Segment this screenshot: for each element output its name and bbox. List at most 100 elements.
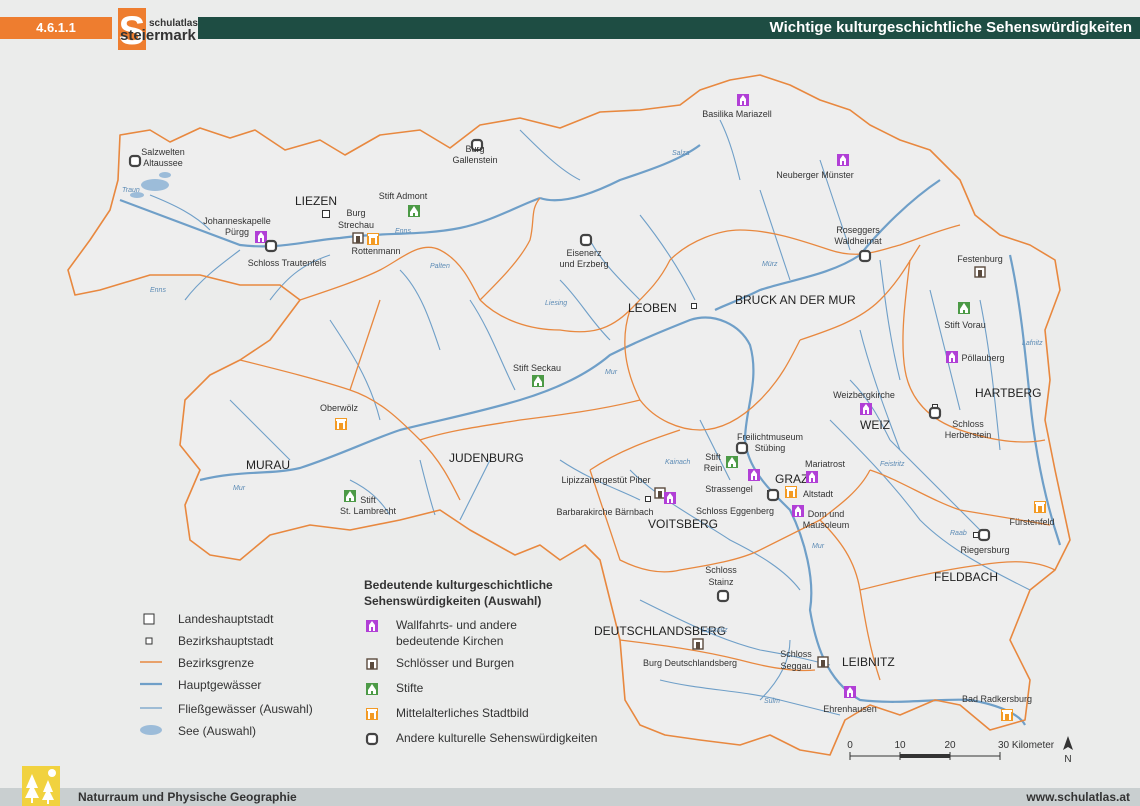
city-marker — [691, 303, 697, 309]
scale-tick: 20 — [944, 740, 956, 751]
legend-label: bedeutende Kirchen — [396, 634, 504, 648]
sight-label: Gallenstein — [452, 155, 497, 165]
sight-label: Roseggers — [836, 225, 880, 235]
north-arrow-icon — [1063, 736, 1073, 750]
title-bar: Wichtige kulturgeschichtliche Sehenswürd… — [198, 17, 1140, 39]
townscape-sight-icon[interactable] — [785, 486, 797, 498]
legend-label: Schlösser und Burgen — [396, 656, 515, 670]
legend-label: Hauptgewässer — [178, 678, 262, 692]
townscape-icon — [366, 708, 378, 720]
legend-label: Bezirkshauptstadt — [178, 634, 274, 648]
abbey-icon — [366, 683, 378, 695]
abbey-sight-icon[interactable] — [532, 375, 544, 387]
north-label: N — [1064, 754, 1071, 765]
other-sight-icon — [365, 732, 379, 746]
sight-label: Johanneskapelle — [203, 216, 271, 226]
other-sight-icon[interactable] — [735, 441, 749, 455]
other-sight-icon[interactable] — [579, 233, 593, 247]
church-sight-icon[interactable] — [844, 686, 856, 698]
other-sight-icon[interactable] — [928, 406, 942, 420]
other-sight-icon[interactable] — [858, 249, 872, 263]
footer-url[interactable]: www.schulatlas.at — [1026, 788, 1130, 806]
sight-label: Stainz — [708, 577, 734, 587]
church-sight-icon[interactable] — [860, 403, 872, 415]
castle-sight-icon[interactable] — [654, 487, 666, 499]
sight-label: Riegersburg — [960, 545, 1009, 555]
lake — [141, 179, 169, 191]
other-sight-icon[interactable] — [716, 589, 730, 603]
sight-label: Fürstenfeld — [1009, 517, 1054, 527]
river-label: Raab — [950, 530, 967, 537]
abbey-sight-icon[interactable] — [344, 490, 356, 502]
abbey-sight-icon[interactable] — [726, 456, 738, 468]
abbey-sight-icon[interactable] — [958, 302, 970, 314]
state-capital-symbol — [143, 613, 155, 625]
sight-label: und Erzberg — [559, 259, 608, 269]
sight-label: Festenburg — [957, 254, 1003, 264]
legend-label: Andere kulturelle Sehenswürdigkeiten — [396, 731, 598, 745]
river-label: Mur — [605, 369, 618, 376]
legend-sights: Bedeutende kulturgeschichtliche Sehenswü… — [362, 578, 622, 748]
sight-label: Mausoleum — [803, 520, 850, 530]
legend-label: See (Auswahl) — [178, 724, 257, 738]
church-sight-icon[interactable] — [664, 492, 676, 504]
sight-label: Rottenmann — [351, 246, 400, 256]
castle-icon — [366, 658, 378, 670]
townscape-sight-icon[interactable] — [1001, 709, 1013, 721]
footer: Naturraum und Physische Geographie www.s… — [0, 766, 1140, 806]
river-label: Sulm — [764, 698, 780, 705]
townscape-sight-icon[interactable] — [367, 233, 379, 245]
river-label: Kainach — [665, 459, 690, 466]
legend-label: Mittelalterliches Stadtbild — [396, 706, 529, 720]
sight-label: Pöllauberg — [961, 353, 1004, 363]
other-sight-icon[interactable] — [766, 488, 780, 502]
district-label: FELDBACH — [934, 570, 998, 584]
other-sight-icon[interactable] — [128, 154, 142, 168]
district-label: LEOBEN — [628, 301, 677, 315]
church-icon — [366, 620, 378, 632]
castle-sight-icon[interactable] — [974, 266, 986, 278]
lake-symbol — [140, 725, 162, 735]
church-sight-icon[interactable] — [255, 231, 267, 243]
sight-label: Lipizzanergestüt Piber — [561, 475, 650, 485]
legend-label: Fließgewässer (Auswahl) — [178, 702, 313, 716]
sight-label: Dom und — [808, 509, 845, 519]
church-sight-icon[interactable] — [946, 351, 958, 363]
sight-label: Salzwelten — [141, 147, 185, 157]
lake — [159, 172, 171, 178]
sight-label: Schloss — [952, 419, 984, 429]
other-sight-icon[interactable] — [264, 239, 278, 253]
church-sight-icon[interactable] — [748, 469, 760, 481]
header-bar: 4.6.1.1 S schulatlas steiermark Wichtige… — [0, 8, 1140, 52]
sight-label: Eisenerz — [566, 248, 602, 258]
townscape-sight-icon[interactable] — [335, 418, 347, 430]
city-marker — [322, 210, 330, 218]
river-label: Mur — [233, 485, 246, 492]
legend-label: Stifte — [396, 681, 424, 695]
sight-label: Burg — [346, 208, 365, 218]
sight-label: Bad Radkersburg — [962, 694, 1032, 704]
sight-label: Waldheimat — [834, 236, 882, 246]
river-label: Liesing — [545, 300, 567, 307]
church-sight-icon[interactable] — [806, 471, 818, 483]
church-sight-icon[interactable] — [737, 94, 749, 106]
river-label: Enns — [395, 228, 411, 235]
river-label: Lafnitz — [1022, 340, 1043, 347]
castle-sight-icon[interactable] — [692, 638, 704, 650]
church-sight-icon[interactable] — [792, 505, 804, 517]
sight-label: Altaussee — [143, 158, 183, 168]
castle-sight-icon[interactable] — [352, 232, 364, 244]
river-label: Salza — [672, 150, 690, 157]
abbey-sight-icon[interactable] — [408, 205, 420, 217]
castle-sight-icon[interactable] — [817, 656, 829, 668]
scale-tick: 30 Kilometer — [998, 740, 1055, 751]
church-sight-icon[interactable] — [837, 154, 849, 166]
schulatlas-logo: S schulatlas steiermark — [118, 8, 198, 52]
map-title: Wichtige kulturgeschichtliche Sehenswürd… — [769, 19, 1132, 36]
legend-heading-1: Bedeutende kulturgeschichtliche — [364, 578, 553, 592]
sight-label: Stübing — [755, 443, 786, 453]
other-sight-icon[interactable] — [977, 528, 991, 542]
sight-label: Freilichtmuseum — [737, 432, 803, 442]
townscape-sight-icon[interactable] — [1034, 501, 1046, 513]
district-label: BRUCK AN DER MUR — [735, 293, 856, 307]
